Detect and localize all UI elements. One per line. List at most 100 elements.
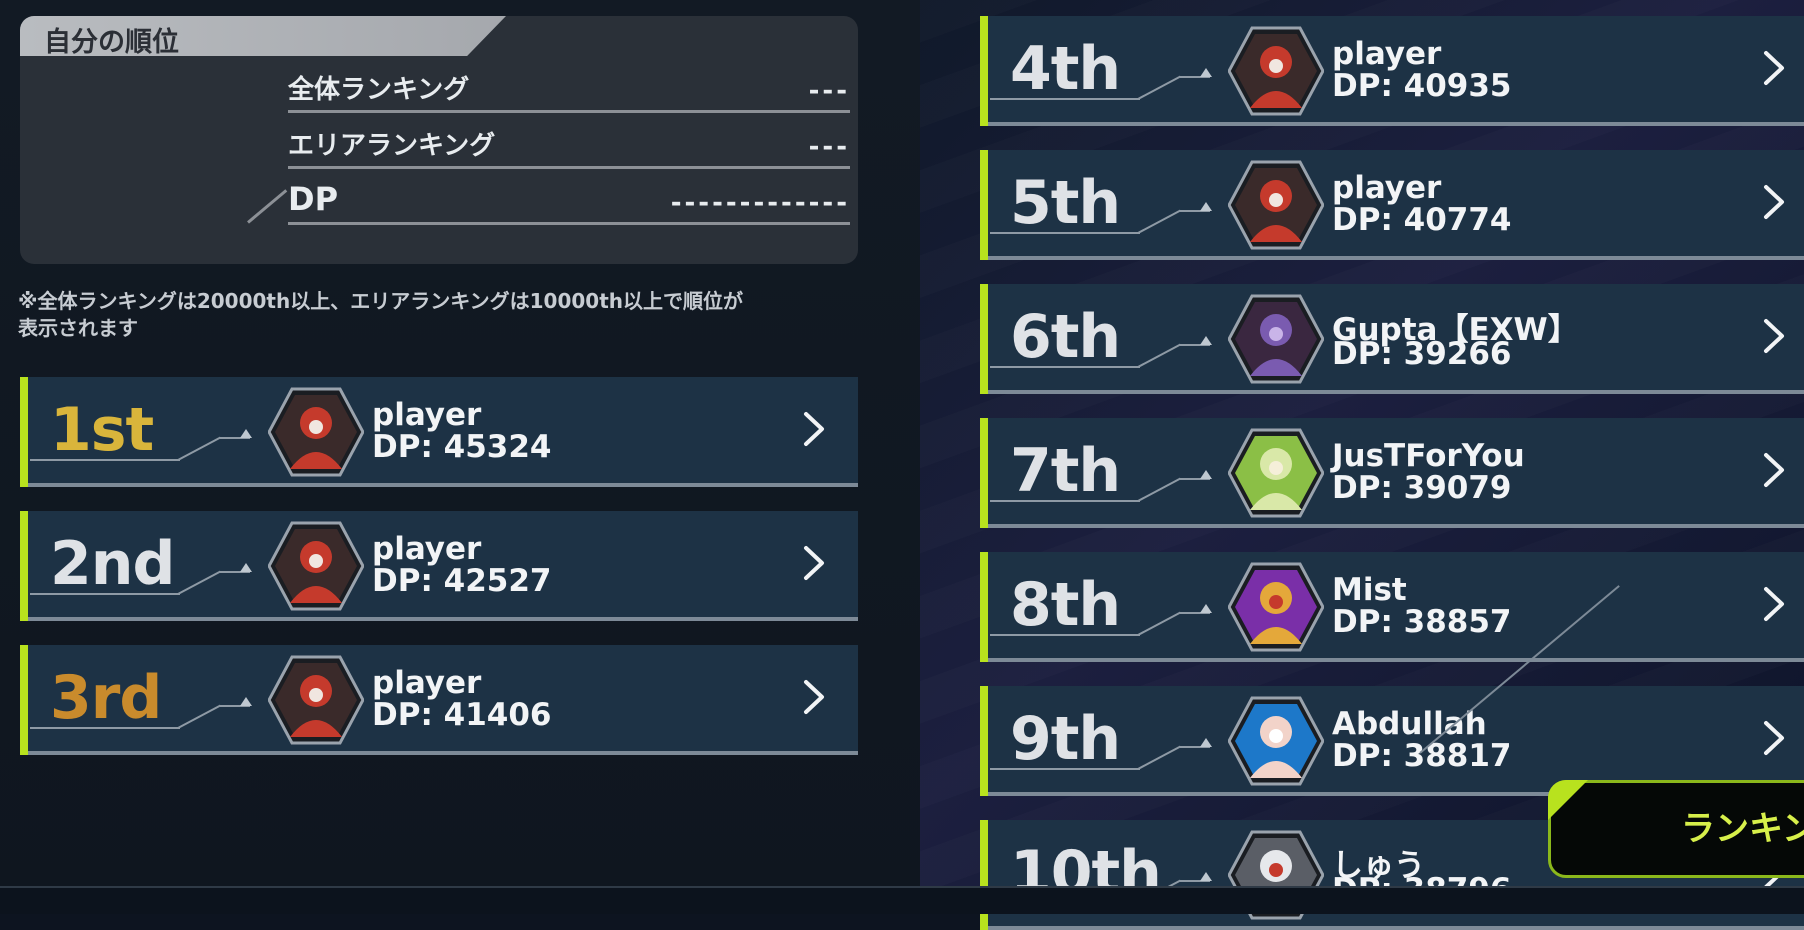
dp-value: ------------- xyxy=(670,188,850,218)
ranking-row-bottom-line xyxy=(28,483,858,487)
ranking-row-accent xyxy=(980,686,988,796)
rank-underline xyxy=(30,459,180,461)
player-dp: DP: 38817 xyxy=(1332,738,1512,774)
rank-number: 6th xyxy=(1010,302,1121,372)
dp-label: DP xyxy=(288,180,339,218)
chevron-right-icon[interactable] xyxy=(1762,50,1786,85)
ranking-row-accent xyxy=(980,418,988,528)
red-armored-character-icon xyxy=(1227,160,1325,250)
triangle-marker-icon xyxy=(1200,738,1212,747)
my-rank-title: 自分の順位 xyxy=(44,27,179,58)
ranking-row[interactable]: 5th player DP: 40774 xyxy=(980,150,1804,260)
ranking-row-accent xyxy=(980,16,988,126)
overall-ranking-value: --- xyxy=(808,76,850,106)
red-armored-character-icon xyxy=(1227,26,1325,116)
triangle-marker-icon xyxy=(1200,470,1212,479)
player-dp: DP: 39266 xyxy=(1332,336,1512,372)
rank-underline xyxy=(30,727,180,729)
area-ranking-row: エリアランキング --- xyxy=(288,124,850,169)
chevron-right-icon[interactable] xyxy=(802,545,826,580)
my-rank-panel: 自分の順位 全体ランキング --- エリアランキング --- DP ------… xyxy=(20,16,858,264)
rank-slant-line xyxy=(1137,343,1181,368)
triangle-marker-icon xyxy=(240,429,252,438)
chevron-right-icon[interactable] xyxy=(802,679,826,714)
player-dp: DP: 39079 xyxy=(1332,470,1512,506)
ranking-button-corner xyxy=(1548,780,1588,820)
rank-number: 2nd xyxy=(50,529,175,599)
player-dp: DP: 45324 xyxy=(372,429,552,465)
ranking-row-bottom-line xyxy=(988,524,1804,528)
ranking-row-bottom-line xyxy=(988,926,1804,930)
triangle-marker-icon xyxy=(240,563,252,572)
red-armored-character-icon xyxy=(267,387,365,477)
chevron-right-icon[interactable] xyxy=(1762,720,1786,755)
rank-underline xyxy=(30,593,180,595)
rank-number: 5th xyxy=(1010,168,1121,238)
rank-underline xyxy=(990,98,1140,100)
rank-slant-line xyxy=(1137,209,1181,234)
rank-number: 9th xyxy=(1010,704,1121,774)
player-name: player xyxy=(372,531,482,567)
rank-slant-line xyxy=(1137,745,1181,770)
ranking-row-accent xyxy=(20,511,28,621)
ranking-row[interactable]: 8th Mist DP: 38857 xyxy=(980,552,1804,662)
player-name: JusTForYou xyxy=(1332,438,1525,474)
ranking-row-bottom-line xyxy=(988,658,1804,662)
player-name: player xyxy=(1332,170,1442,206)
ranking-row-bottom-line xyxy=(988,390,1804,394)
chevron-right-icon[interactable] xyxy=(1762,586,1786,621)
triangle-marker-icon xyxy=(1200,872,1212,881)
ranking-row[interactable]: 7th JusTForYou DP: 39079 xyxy=(980,418,1804,528)
player-dp: DP: 40774 xyxy=(1332,202,1512,238)
rank-underline xyxy=(990,768,1140,770)
purple-dragon-emblem-icon xyxy=(1227,294,1325,384)
red-armored-character-icon xyxy=(267,521,365,611)
rank-underline xyxy=(990,232,1140,234)
ranking-row[interactable]: 4th player DP: 40935 xyxy=(980,16,1804,126)
rank-underline xyxy=(990,366,1140,368)
triangle-marker-icon xyxy=(1200,202,1212,211)
rank-slant-line xyxy=(1137,611,1181,636)
chevron-right-icon[interactable] xyxy=(1762,318,1786,353)
player-name: player xyxy=(372,665,482,701)
player-dp: DP: 40935 xyxy=(1332,68,1512,104)
triangle-marker-icon xyxy=(1200,336,1212,345)
rank-number: 8th xyxy=(1010,570,1121,640)
rank-underline xyxy=(990,634,1140,636)
rank-slant-line xyxy=(177,436,221,461)
golden-armor-character-icon xyxy=(1227,562,1325,652)
triangle-marker-icon xyxy=(1200,604,1212,613)
triangle-marker-icon xyxy=(240,697,252,706)
overall-ranking-label: 全体ランキング xyxy=(288,75,470,105)
ranking-button[interactable]: ランキン xyxy=(1548,780,1804,878)
ranking-row-accent xyxy=(20,377,28,487)
chevron-right-icon[interactable] xyxy=(802,411,826,446)
notice-line-2: 表示されます xyxy=(18,316,138,340)
chevron-right-icon[interactable] xyxy=(1762,184,1786,219)
ranking-row[interactable]: 2nd player DP: 42527 xyxy=(20,511,858,621)
overall-ranking-row: 全体ランキング --- xyxy=(288,68,850,113)
ranking-row[interactable]: 1st player DP: 45324 xyxy=(20,377,858,487)
blue-haired-girl-icon xyxy=(1227,696,1325,786)
ranking-button-label: ランキン xyxy=(1681,809,1804,849)
ranking-row-accent xyxy=(980,284,988,394)
ranking-row-accent xyxy=(20,645,28,755)
ranking-row[interactable]: 6th Gupta【EXW】 DP: 39266 xyxy=(980,284,1804,394)
red-armored-character-icon xyxy=(267,655,365,745)
rank-slant-line xyxy=(177,704,221,729)
rank-slant-line xyxy=(1137,75,1181,100)
rank-number: 4th xyxy=(1010,34,1121,104)
chevron-right-icon[interactable] xyxy=(1762,452,1786,487)
green-haired-girl-icon xyxy=(1227,428,1325,518)
rank-slant-line xyxy=(1137,477,1181,502)
player-dp: DP: 38857 xyxy=(1332,604,1512,640)
player-name: player xyxy=(1332,36,1442,72)
rank-number: 3rd xyxy=(50,663,162,733)
player-name: Mist xyxy=(1332,572,1407,608)
triangle-marker-icon xyxy=(1200,68,1212,77)
rank-number: 1st xyxy=(50,395,154,465)
dp-row: DP ------------- xyxy=(288,180,850,222)
ranking-row[interactable]: 3rd player DP: 41406 xyxy=(20,645,858,755)
player-name: player xyxy=(372,397,482,433)
player-dp: DP: 42527 xyxy=(372,563,552,599)
